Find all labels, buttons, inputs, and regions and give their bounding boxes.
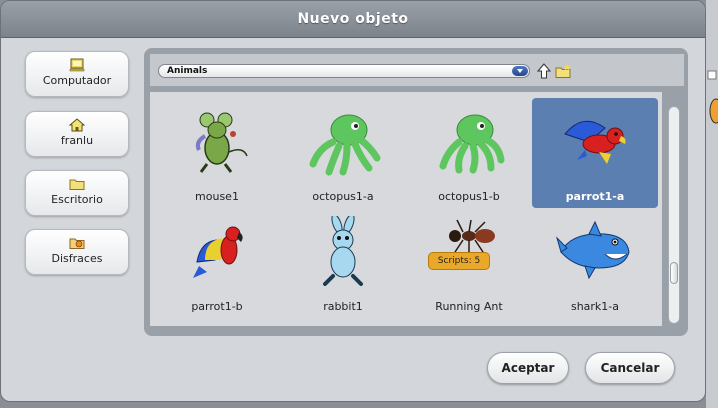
cancel-button[interactable]: Cancelar [585,352,675,384]
sprite-item-parrot1-a[interactable]: parrot1-a [532,98,658,208]
octopus-icon [309,114,381,176]
new-folder-icon[interactable] [555,63,571,79]
background-app-strip [706,0,718,408]
chevron-down-icon[interactable] [512,66,528,76]
rabbit-icon [323,216,363,286]
shark-icon [555,220,630,280]
sprite-item-octopus1-a[interactable]: octopus1-a [280,98,406,208]
sprite-item-octopus1-b[interactable]: octopus1-b [406,98,532,208]
sidebar-item-costumes[interactable]: Disfraces [25,229,129,275]
sidebar-item-computer[interactable]: Computador [25,51,129,97]
sidebar-item-label: Escritorio [51,193,103,206]
sprite-name: rabbit1 [323,300,363,313]
file-browser-panel: Animals mouse1 octopus1-a octopus1-b par… [144,48,688,336]
sprite-name: mouse1 [195,190,239,203]
sidebar-item-desktop[interactable]: Escritorio [25,170,129,216]
sprite-grid: mouse1 octopus1-a octopus1-b parrot1-a p… [150,92,662,326]
browser-toolbar: Animals [150,54,684,86]
parent-folder-icon[interactable] [537,63,551,79]
dialog-titlebar[interactable]: Nuevo objeto [1,1,705,38]
sprite-name: octopus1-b [438,190,500,203]
sidebar-item-home[interactable]: franlu [25,111,129,157]
sprite-name: parrot1-a [565,190,625,203]
sprite-item-rabbit1[interactable]: rabbit1 [280,208,406,318]
scripts-count-badge: Scripts: 5 [428,252,490,270]
computer-icon [69,58,85,72]
folder-icon [69,179,85,190]
costumes-folder-icon [69,238,85,249]
scrollbar-thumb[interactable] [670,262,678,284]
sprite-name: parrot1-b [191,300,243,313]
sprite-item-parrot1-b[interactable]: parrot1-b [154,208,280,318]
new-sprite-dialog: Nuevo objeto Computador franlu Escritori… [0,0,706,402]
sprite-item-running-ant[interactable]: Scripts: 5 Running Ant [406,208,532,318]
folder-select-value: Animals [167,66,208,76]
sidebar-item-label: franlu [60,134,94,147]
sprite-name: octopus1-a [312,190,374,203]
octopus-icon [439,114,505,174]
sprite-name: shark1-a [570,300,620,313]
accept-button[interactable]: Aceptar [487,352,569,384]
parrot-icon [193,226,243,278]
folder-select[interactable]: Animals [158,64,530,78]
sprite-item-shark1-a[interactable]: shark1-a [532,208,658,318]
sprite-fragment-icon [707,70,717,80]
sidebar-item-label: Disfraces [51,252,103,265]
parrot-icon [564,120,626,164]
cat-sprite-fragment-icon [709,98,718,124]
home-icon [69,118,85,132]
mouse-icon [195,112,248,173]
sprite-name: Running Ant [435,300,503,313]
dialog-title: Nuevo objeto [297,11,409,27]
vertical-scrollbar[interactable] [668,106,680,324]
sidebar-item-label: Computador [42,74,112,87]
sprite-item-mouse1[interactable]: mouse1 [154,98,280,208]
